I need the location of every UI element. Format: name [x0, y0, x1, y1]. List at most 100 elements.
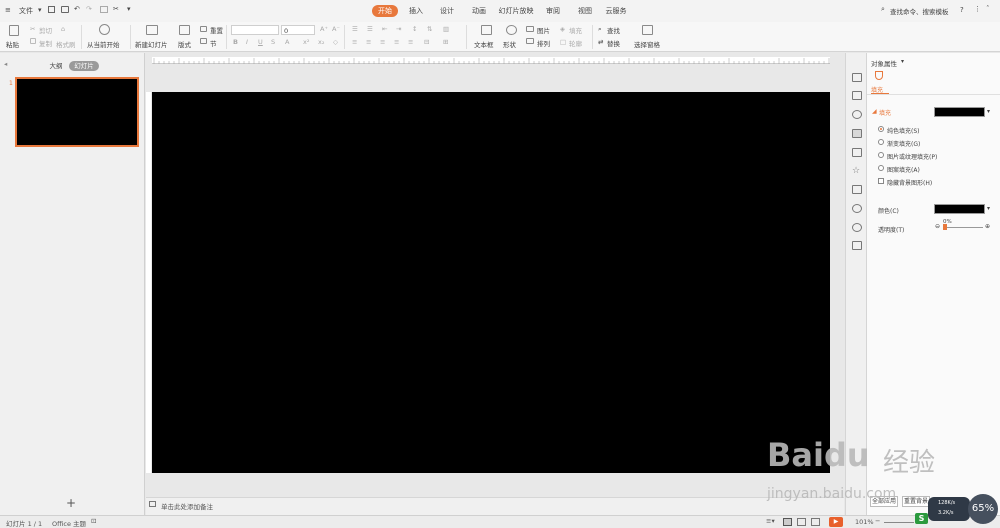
copy-slide-icon[interactable]: [852, 91, 862, 100]
transparency-slider[interactable]: [943, 224, 983, 230]
align-right-icon[interactable]: ≡: [380, 38, 385, 46]
columns-icon[interactable]: ▥: [443, 25, 449, 33]
reset-icon[interactable]: [200, 26, 207, 32]
tab-review[interactable]: 审阅: [542, 5, 564, 17]
clear-format-icon[interactable]: ◇: [333, 38, 338, 46]
font-size-select[interactable]: 0: [281, 25, 315, 35]
shrink-font-icon[interactable]: A⁻: [332, 25, 340, 33]
tab-view[interactable]: 视图: [574, 5, 596, 17]
reset-button[interactable]: 重置: [210, 25, 223, 35]
zoom-level[interactable]: 101%: [855, 518, 874, 526]
line-spacing-icon[interactable]: ↕: [412, 25, 417, 33]
spell-check-icon[interactable]: ⊡: [91, 517, 96, 525]
select-pane-icon[interactable]: [642, 25, 653, 35]
select-pane-button[interactable]: 选择窗格: [634, 39, 660, 49]
shape-pane-icon[interactable]: [852, 110, 862, 119]
text-box-icon[interactable]: [481, 25, 492, 35]
pin-icon[interactable]: [852, 73, 862, 82]
replace-icon[interactable]: ⇄: [598, 38, 603, 46]
radio-pattern-fill[interactable]: [878, 165, 884, 171]
apps-icon[interactable]: [852, 241, 862, 250]
bold-icon[interactable]: B: [233, 38, 238, 46]
backup-icon[interactable]: [852, 148, 862, 157]
template-icon[interactable]: [852, 185, 862, 194]
find-button[interactable]: 查找: [607, 25, 620, 35]
shape-icon[interactable]: [506, 25, 517, 35]
tab-slideshow[interactable]: 幻灯片放映: [497, 5, 535, 17]
notes-placeholder[interactable]: 单击此处添加备注: [161, 501, 213, 511]
tab-insert[interactable]: 插入: [405, 5, 427, 17]
cut-button[interactable]: 剪切: [39, 25, 52, 35]
increase-icon[interactable]: ⊕: [985, 223, 990, 230]
chevron-down-icon[interactable]: ▾: [987, 108, 990, 115]
indent-increase-icon[interactable]: ⇥: [396, 25, 401, 33]
play-slideshow-icon[interactable]: ▶: [829, 517, 843, 527]
slide-thumbnail[interactable]: [15, 77, 139, 147]
hamburger-icon[interactable]: ≡: [5, 6, 11, 14]
add-slide-icon[interactable]: +: [66, 496, 76, 510]
decrease-icon[interactable]: ⊖: [935, 223, 940, 230]
layout-icon[interactable]: [179, 25, 190, 35]
radio-picture-fill[interactable]: [878, 152, 884, 158]
save-icon[interactable]: [48, 6, 55, 13]
justify-icon[interactable]: ≡: [394, 38, 399, 46]
notes-pane[interactable]: 单击此处添加备注: [146, 497, 844, 515]
copy-button[interactable]: 复制: [39, 38, 52, 48]
italic-icon[interactable]: I: [246, 38, 248, 46]
redo-icon[interactable]: ↷: [86, 5, 92, 13]
normal-view-icon[interactable]: [783, 518, 792, 526]
zoom-slider[interactable]: [884, 522, 914, 523]
picture-icon[interactable]: [526, 26, 534, 32]
format-painter-icon[interactable]: ⌂: [61, 25, 65, 33]
fill-color-select[interactable]: [934, 107, 985, 117]
font-name-select[interactable]: [231, 25, 279, 35]
section-button[interactable]: 节: [210, 38, 217, 48]
grow-font-icon[interactable]: A⁺: [320, 25, 328, 33]
cut-icon[interactable]: ✂: [30, 25, 35, 33]
fill-button[interactable]: 填充: [569, 25, 582, 35]
performance-gauge[interactable]: 65%: [968, 494, 998, 524]
star-icon[interactable]: ☆: [852, 167, 862, 176]
numbering-icon[interactable]: ☰: [367, 25, 373, 33]
print-icon[interactable]: [61, 6, 69, 13]
picture-button[interactable]: 图片: [537, 25, 550, 35]
tab-cloud[interactable]: 云服务: [603, 5, 629, 17]
more-options-icon[interactable]: ⋮: [974, 5, 981, 13]
tab-outline[interactable]: 大纲: [43, 61, 69, 71]
collapse-pane-icon[interactable]: ◂: [4, 60, 7, 68]
zoom-out-icon[interactable]: −: [875, 517, 880, 525]
outline-icon[interactable]: □: [560, 38, 566, 46]
arrange-icon[interactable]: [526, 38, 534, 44]
collapse-ribbon-icon[interactable]: ˆ: [986, 5, 990, 13]
copy-format-icon[interactable]: [100, 6, 108, 13]
align-left-icon[interactable]: ≡: [352, 38, 357, 46]
paint-bucket-icon[interactable]: [875, 71, 883, 80]
chevron-down-icon[interactable]: ▾: [987, 205, 990, 212]
underline-icon[interactable]: U: [258, 38, 263, 46]
tab-home[interactable]: 开始: [372, 5, 398, 17]
font-color-icon[interactable]: A: [285, 38, 289, 46]
input-method-icon[interactable]: S: [915, 513, 928, 524]
radio-gradient-fill[interactable]: [878, 139, 884, 145]
layout-button[interactable]: 版式: [178, 39, 191, 49]
file-menu[interactable]: 文件: [19, 6, 33, 16]
search-command[interactable]: 查找命令、搜索模板: [890, 6, 949, 16]
format-painter-button[interactable]: 格式刷: [56, 39, 76, 49]
history-icon[interactable]: [852, 204, 862, 213]
fill-icon[interactable]: ◈: [560, 25, 565, 33]
new-slide-icon[interactable]: [146, 25, 158, 35]
text-direction-icon[interactable]: ⇅: [427, 25, 432, 33]
panel-menu-icon[interactable]: ▾: [901, 58, 904, 65]
section-icon[interactable]: [200, 38, 207, 44]
replace-button[interactable]: 替换: [607, 38, 620, 48]
sorter-view-icon[interactable]: [797, 518, 806, 526]
reading-view-icon[interactable]: [811, 518, 820, 526]
shape-button[interactable]: 形状: [503, 39, 516, 49]
tab-animation[interactable]: 动画: [468, 5, 490, 17]
undo-icon[interactable]: ↶: [74, 5, 80, 13]
more-icon[interactable]: ▾: [127, 5, 131, 13]
copy-icon[interactable]: [30, 38, 36, 44]
paste-icon[interactable]: [9, 25, 19, 36]
color-select[interactable]: [934, 204, 985, 214]
slider-thumb[interactable]: [943, 224, 947, 230]
